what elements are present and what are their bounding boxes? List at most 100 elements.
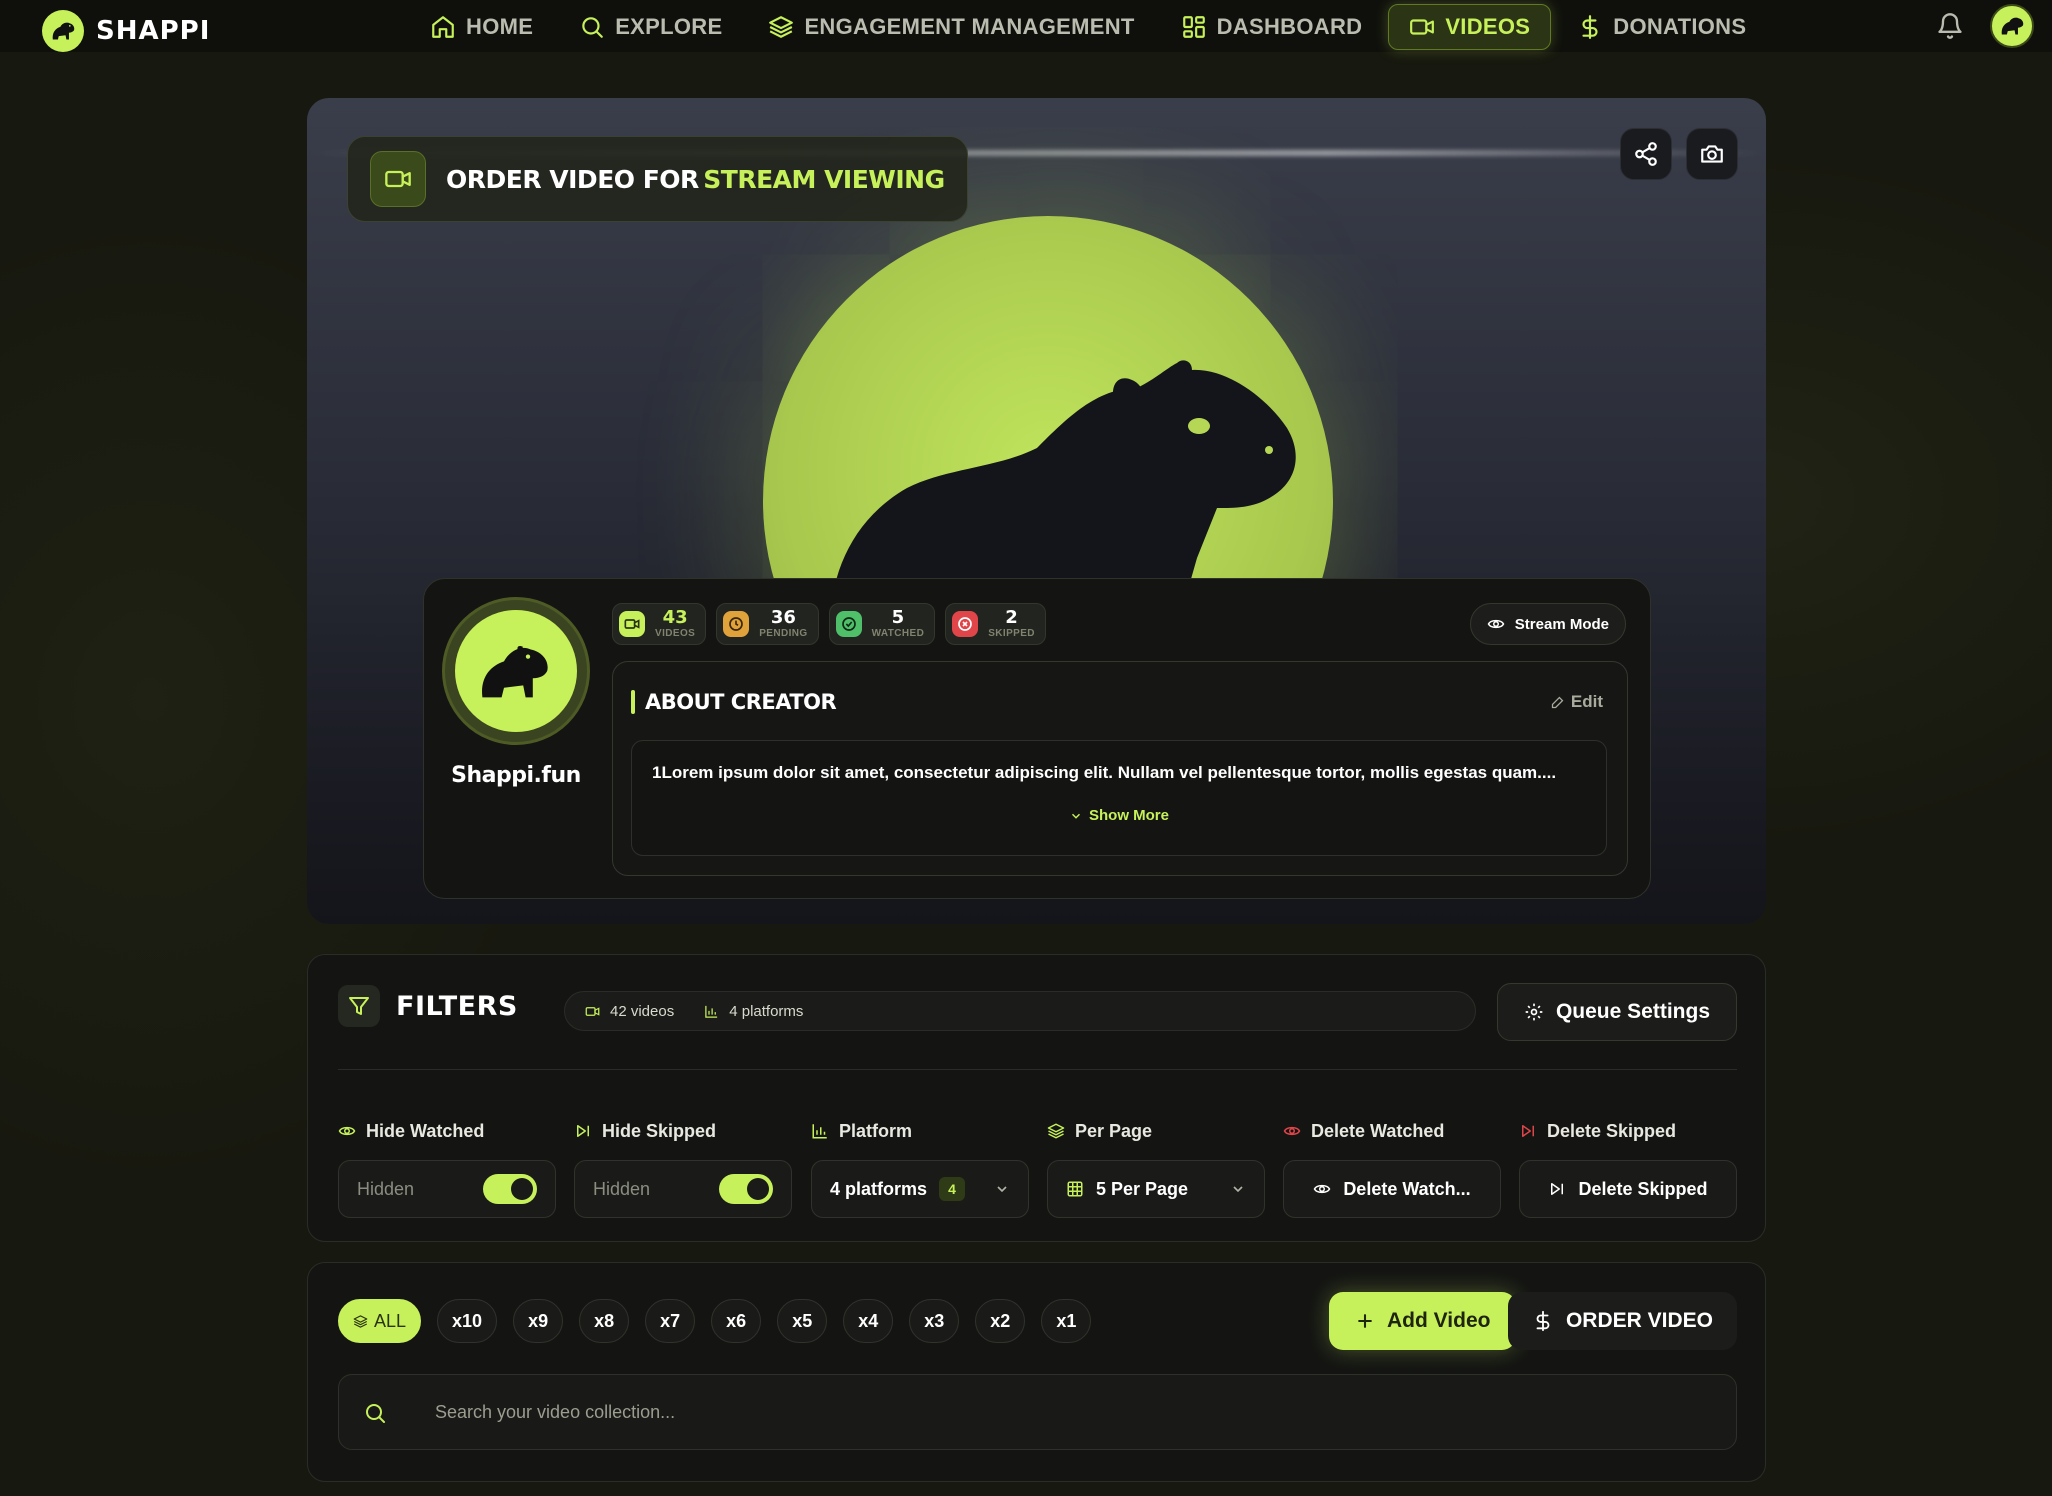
platform-filter: Platform 4 platforms 4 [811, 1119, 1029, 1218]
capybara-logo-icon [42, 10, 84, 52]
video-icon [1409, 14, 1435, 40]
hero-actions [1620, 128, 1738, 180]
nav-item-label: EXPLORE [615, 14, 723, 39]
filters-header: FILTERS [338, 985, 518, 1027]
stat-label: PENDING [759, 628, 808, 639]
stat-value: 43 [662, 607, 688, 628]
filter-label: Hide Watched [366, 1120, 485, 1141]
per-page-select[interactable]: 5 Per Page [1047, 1160, 1265, 1218]
hide-skipped-toggle[interactable] [719, 1174, 773, 1204]
queue-settings-button[interactable]: Queue Settings [1496, 983, 1737, 1041]
plus-icon [1355, 1311, 1375, 1331]
hide-skipped-filter: Hide Skipped Hidden [574, 1119, 792, 1218]
dollar-icon [1532, 1310, 1554, 1332]
chip-x6[interactable]: x6 [711, 1299, 762, 1343]
nav-item-dashboard[interactable]: DASHBOARD [1161, 4, 1383, 50]
filter-label: Hide Skipped [602, 1120, 717, 1141]
eye-icon [1487, 615, 1505, 633]
delete-watched-button[interactable]: Delete Watch... [1283, 1160, 1501, 1218]
stat-label: SKIPPED [988, 628, 1035, 639]
stream-mode-button[interactable]: Stream Mode [1469, 603, 1626, 645]
order-video-label: ORDER VIDEO [1565, 1309, 1713, 1332]
queue-settings-label: Queue Settings [1555, 1000, 1710, 1023]
nav-menu: HOME EXPLORE ENGAGEMENT MANAGEMENT DASHB… [410, 4, 1766, 50]
home-icon [430, 14, 456, 40]
chip-x8[interactable]: x8 [579, 1299, 630, 1343]
show-more-label: Show More [1088, 807, 1169, 824]
delete-skipped-label: Delete Skipped [1578, 1178, 1708, 1199]
edit-about-button[interactable]: Edit [1550, 692, 1603, 712]
order-video-button[interactable]: ORDER VIDEO [1507, 1292, 1737, 1350]
chip-x1[interactable]: x1 [1041, 1299, 1092, 1343]
platform-select[interactable]: 4 platforms 4 [811, 1160, 1029, 1218]
chip-x4[interactable]: x4 [843, 1299, 894, 1343]
x-circle-icon [952, 611, 979, 637]
nav-item-label: DASHBOARD [1216, 14, 1363, 39]
show-more-button[interactable]: Show More [632, 807, 1606, 824]
nav-item-explore[interactable]: EXPLORE [559, 4, 742, 50]
platform-value: 4 platforms [830, 1178, 928, 1199]
nav-item-engagement-management[interactable]: ENGAGEMENT MANAGEMENT [748, 4, 1154, 50]
add-video-button[interactable]: Add Video [1329, 1292, 1517, 1350]
search-icon [579, 14, 605, 40]
table-icon [1066, 1180, 1084, 1198]
share-button[interactable] [1620, 128, 1672, 180]
video-search-input[interactable] [435, 1375, 1685, 1449]
eye-icon [1313, 1180, 1331, 1198]
hide-watched-toggle[interactable] [483, 1174, 537, 1204]
chip-label: ALL [374, 1310, 407, 1331]
stat-skipped: 2 SKIPPED [945, 603, 1046, 645]
toggle-state: Hidden [593, 1178, 651, 1199]
videos-count: 42 videos [610, 1002, 675, 1020]
delete-skipped-filter: Delete Skipped Delete Skipped [1519, 1119, 1737, 1218]
delete-watched-filter: Delete Watched Delete Watch... [1283, 1119, 1501, 1218]
nav-item-videos[interactable]: VIDEOS [1388, 4, 1552, 50]
chevron-down-icon [1069, 809, 1083, 823]
nav-item-home[interactable]: HOME [410, 4, 553, 50]
chip-x7[interactable]: x7 [645, 1299, 696, 1343]
hero-title-primary: ORDER VIDEO FOR [446, 164, 699, 194]
chip-x3[interactable]: x3 [909, 1299, 960, 1343]
nav-item-donations[interactable]: DONATIONS [1557, 4, 1766, 50]
delete-skipped-button[interactable]: Delete Skipped [1519, 1160, 1737, 1218]
skip-icon [1519, 1122, 1537, 1140]
layers-icon [768, 14, 794, 40]
layers-icon [353, 1314, 368, 1329]
chevron-down-icon [1230, 1181, 1246, 1197]
user-avatar[interactable] [1990, 4, 2034, 48]
hero-banner: ORDER VIDEO FOR STREAM VIEWING Shappi.fu… [307, 98, 1766, 924]
divider [338, 1069, 1737, 1070]
eye-icon [338, 1122, 356, 1140]
chip-all[interactable]: ALL [338, 1299, 422, 1343]
app-logo[interactable]: SHAPPI [42, 10, 210, 52]
chip-x2[interactable]: x2 [975, 1299, 1026, 1343]
about-description: 1Lorem ipsum dolor sit amet, consectetur… [652, 763, 1557, 782]
edit-icon [1550, 695, 1565, 710]
stat-videos: 43 VIDEOS [612, 603, 707, 645]
about-header: ABOUT CREATOR [631, 690, 837, 714]
top-nav: SHAPPI HOME EXPLORE ENGAGEMENT MANAGEMEN… [0, 0, 2052, 52]
about-title: ABOUT CREATOR [645, 690, 837, 714]
skip-icon [574, 1122, 592, 1140]
filters-panel: FILTERS 42 videos 4 platforms Queue Sett… [307, 954, 1766, 1242]
stat-pending: 36 PENDING [716, 603, 819, 645]
chip-x10[interactable]: x10 [437, 1299, 498, 1343]
platforms-count: 4 platforms [729, 1002, 804, 1020]
chip-x9[interactable]: x9 [513, 1299, 564, 1343]
stat-value: 5 [891, 607, 905, 628]
camera-button[interactable] [1686, 128, 1738, 180]
hide-watched-filter: Hide Watched Hidden [338, 1119, 556, 1218]
grid-icon [1181, 14, 1207, 40]
filters-title: FILTERS [396, 990, 518, 1022]
camera-icon [1699, 141, 1725, 167]
toggle-state: Hidden [357, 1178, 415, 1199]
bar-chart-icon [704, 1004, 719, 1019]
skip-icon [1548, 1180, 1566, 1198]
about-description-box: 1Lorem ipsum dolor sit amet, consectetur… [631, 740, 1607, 856]
creator-profile-card: Shappi.fun 43 VIDEOS 36 PENDING 5 WATCHED 2… [423, 578, 1651, 899]
bell-icon[interactable] [1936, 12, 1964, 40]
clock-icon [723, 611, 750, 637]
video-icon [619, 611, 645, 637]
video-search-bar [338, 1374, 1737, 1450]
chip-x5[interactable]: x5 [777, 1299, 828, 1343]
